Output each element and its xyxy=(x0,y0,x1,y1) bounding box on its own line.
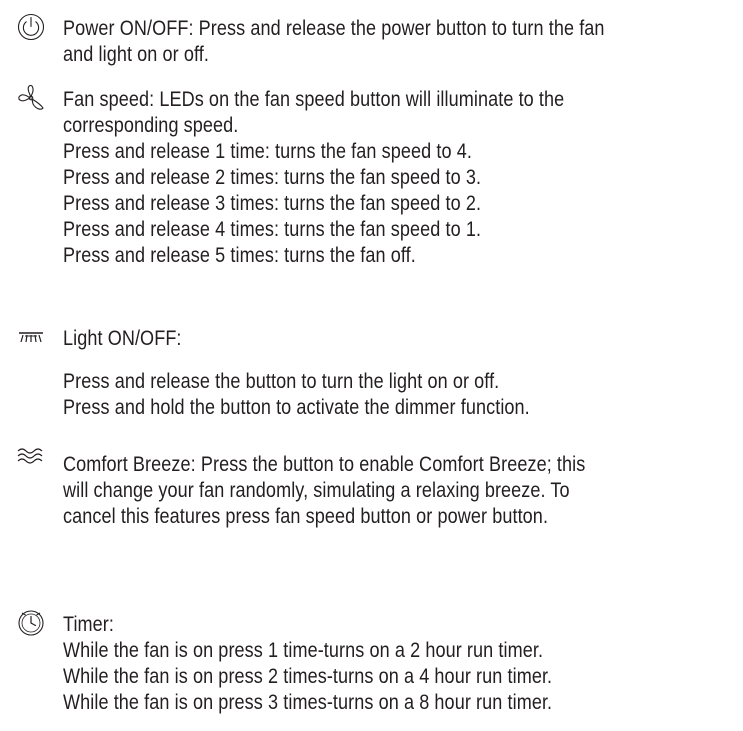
timer-text-line: Timer: xyxy=(63,613,115,636)
fan-speed-text-line: Press and release 4 times: turns the fan… xyxy=(63,218,482,241)
fan-speed-text-line: Fan speed: LEDs on the fan speed button … xyxy=(63,88,565,111)
instruction-page: Power ON/OFF: Press and release the powe… xyxy=(0,0,743,731)
light-icon xyxy=(16,323,46,353)
comfort-breeze-text-line: Comfort Breeze: Press the button to enab… xyxy=(63,453,586,476)
timer-text-line: While the fan is on press 1 time-turns o… xyxy=(63,639,544,662)
fan-speed-text-line: Press and release 2 times: turns the fan… xyxy=(63,166,482,189)
fan-speed-text-line: Press and release 5 times: turns the fan… xyxy=(63,244,416,267)
power-icon xyxy=(16,12,46,42)
power-text-line: Power ON/OFF: Press and release the powe… xyxy=(63,17,605,40)
comfort-breeze-text-line: will change your fan randomly, simulatin… xyxy=(63,479,570,502)
power-text-line: and light on or off. xyxy=(63,43,209,66)
fan-speed-text-line: Press and release 3 times: turns the fan… xyxy=(63,192,482,215)
comfort-breeze-text-line: cancel this features press fan speed but… xyxy=(63,505,549,528)
breeze-icon xyxy=(16,443,46,473)
timer-text-line: While the fan is on press 3 times-turns … xyxy=(63,691,553,714)
fan-icon xyxy=(16,83,46,113)
timer-text-line: While the fan is on press 2 times-turns … xyxy=(63,665,553,688)
light-text-line: Light ON/OFF: xyxy=(63,327,182,350)
light-detail-line: Press and release the button to turn the… xyxy=(63,370,500,393)
fan-speed-text-line: Press and release 1 time: turns the fan … xyxy=(63,140,472,163)
timer-icon xyxy=(16,608,46,638)
light-detail-line: Press and hold the button to activate th… xyxy=(63,396,530,419)
fan-speed-text-line: corresponding speed. xyxy=(63,114,239,137)
